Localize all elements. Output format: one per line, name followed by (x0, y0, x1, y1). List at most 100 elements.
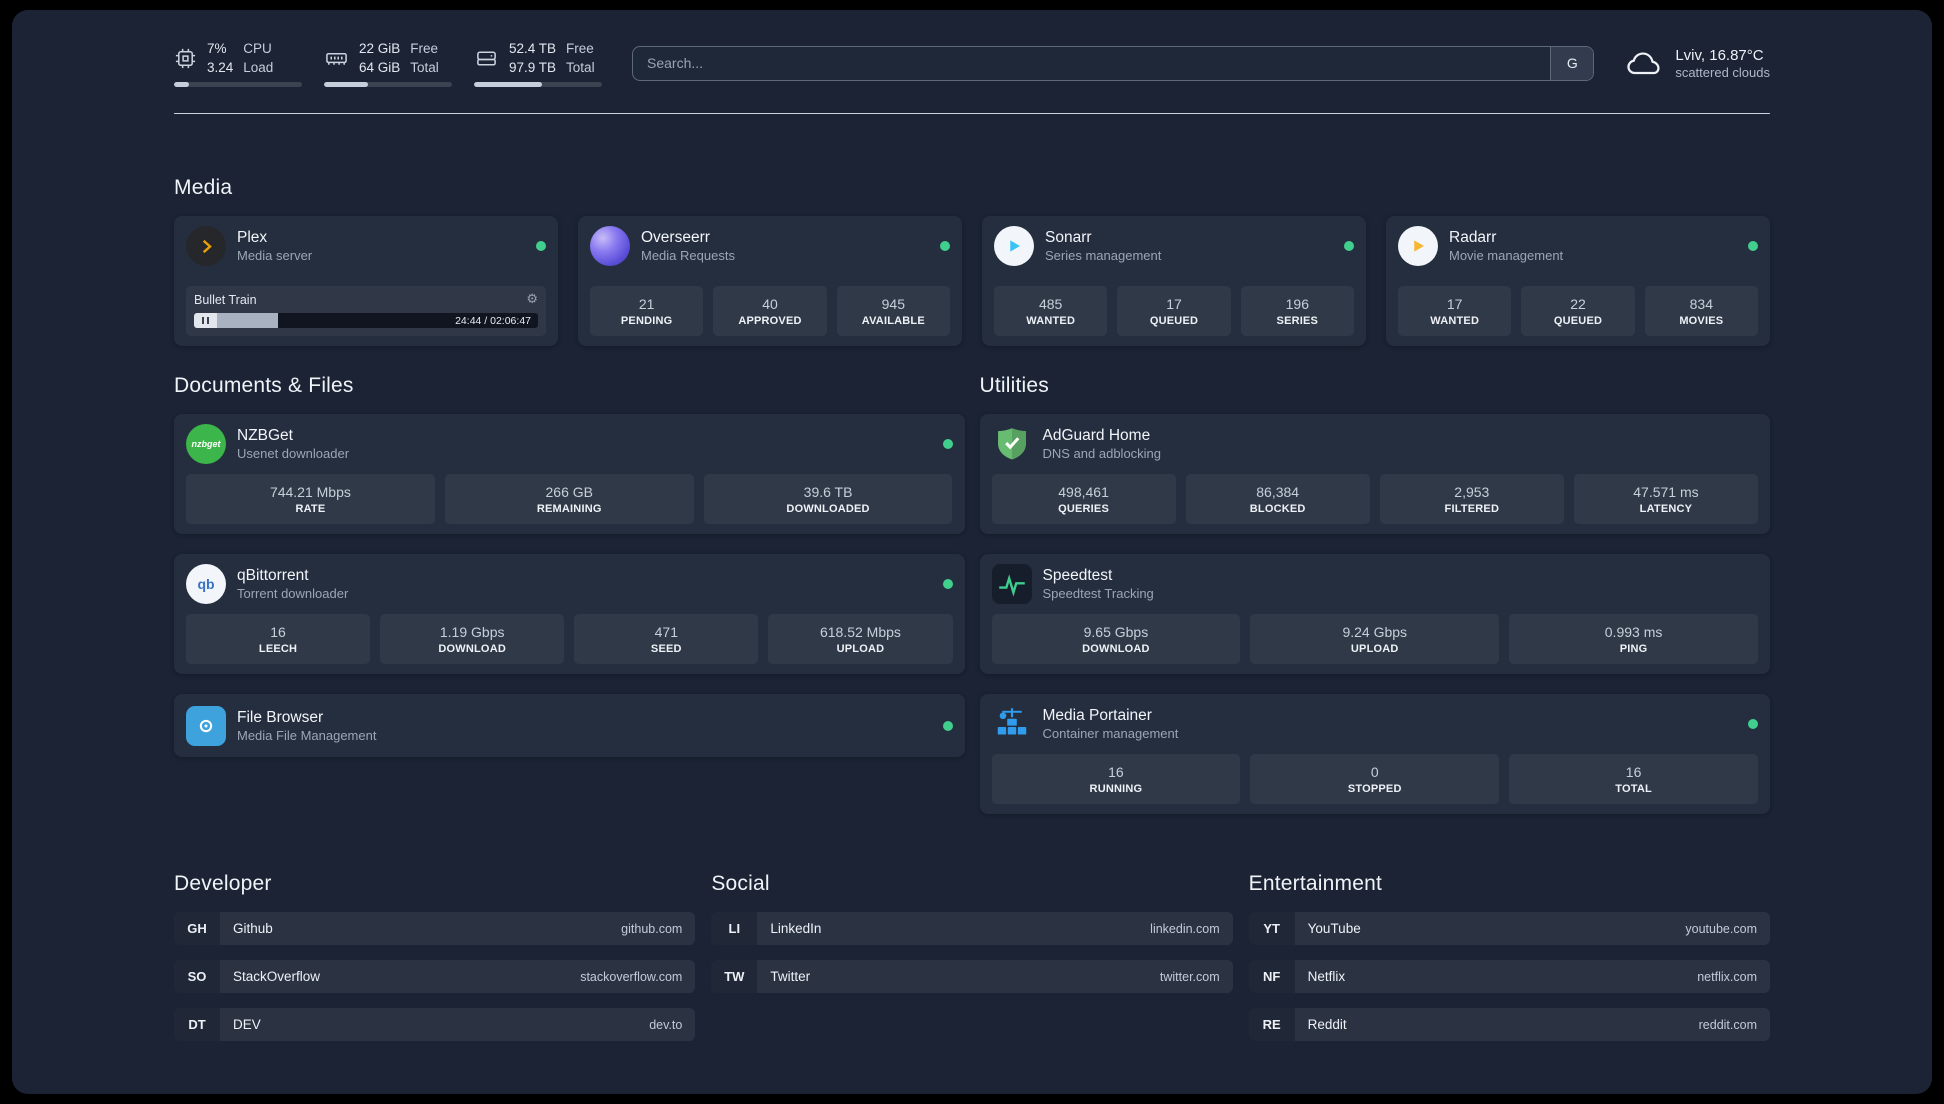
service-description: Usenet downloader (237, 446, 350, 462)
disk-widget: 52.4 TB 97.9 TB Free Total (474, 40, 602, 87)
bookmark-name: Github (233, 921, 273, 937)
section-media: Media Plex Media server Bullet Train ⚙ 2… (174, 176, 1770, 347)
bookmark-abbr: TW (711, 960, 757, 993)
stat-tile: 39.6 TB DOWNLOADED (703, 474, 953, 525)
service-description: DNS and adblocking (1042, 446, 1162, 462)
stat-tile: 9.24 Gbps UPLOAD (1250, 614, 1500, 665)
cpu-widget: 7% 3.24 CPU Load (174, 40, 302, 87)
bookmark-url: linkedin.com (1150, 921, 1220, 936)
section-entertainment: Entertainment YT YouTube youtube.com NF … (1249, 872, 1770, 1056)
service-name: Radarr (1449, 229, 1497, 247)
cpu-load-value: 3.24 (207, 59, 234, 75)
stat-tile: 834 MOVIES (1644, 286, 1758, 337)
service-card-adguard[interactable]: AdGuard Home DNS and adblocking 498,461 Q… (979, 414, 1770, 535)
stat-tile: 744.21 Mbps RATE (186, 474, 435, 525)
service-name: AdGuard Home (1042, 427, 1151, 445)
stat-tile: 618.52 Mbps UPLOAD (768, 614, 953, 665)
stat-tile: 471 SEED (574, 614, 759, 665)
service-card-portainer[interactable]: Media Portainer Container management 16 R… (979, 694, 1770, 815)
service-card-radarr[interactable]: Radarr Movie management 17 WANTED 22 QUEUE… (1386, 216, 1770, 347)
service-card-plex[interactable]: Plex Media server Bullet Train ⚙ 24:44 /… (174, 216, 558, 347)
playback-progress-bar[interactable]: 24:44 / 02:06:47 (217, 313, 538, 329)
bookmark-url: youtube.com (1685, 921, 1757, 936)
bookmark-github[interactable]: GH Github github.com (174, 912, 696, 946)
memory-widget: 22 GiB 64 GiB Free Total (324, 40, 452, 87)
weather-widget[interactable]: Lviv, 16.87°C scattered clouds (1624, 47, 1770, 80)
playback-time: 24:44 / 02:06:47 (455, 314, 531, 327)
search-input[interactable] (632, 45, 1595, 81)
service-name: Speedtest (1042, 567, 1113, 585)
sonarr-icon (994, 226, 1034, 267)
service-name: Plex (237, 229, 268, 247)
bookmark-name: StackOverflow (233, 969, 321, 985)
bookmark-name: LinkedIn (770, 921, 822, 937)
section-title-social: Social (711, 872, 770, 896)
bookmark-name: Reddit (1307, 1017, 1347, 1033)
stat-tile: 196 SERIES (1240, 286, 1354, 337)
service-description: Movie management (1449, 248, 1564, 264)
qbittorrent-icon: qb (186, 564, 226, 605)
service-name: Media Portainer (1042, 707, 1152, 725)
stat-tile: 485 WANTED (994, 286, 1108, 337)
service-card-nzbget[interactable]: nzbget NZBGet Usenet downloader 744.21 M… (174, 414, 965, 535)
stat-tile: 86,384 BLOCKED (1185, 474, 1370, 525)
bookmark-youtube[interactable]: YT YouTube youtube.com (1249, 912, 1770, 946)
service-card-filebrowser[interactable]: File Browser Media File Management (174, 694, 965, 758)
bookmark-url: stackoverflow.com (580, 969, 683, 984)
bookmark-name: DEV (233, 1017, 261, 1033)
plex-icon (186, 226, 226, 267)
service-card-qbittorrent[interactable]: qb qBittorrent Torrent downloader 16 LEEC… (174, 554, 965, 675)
header-divider (174, 112, 1770, 115)
bookmark-reddit[interactable]: RE Reddit reddit.com (1249, 1008, 1770, 1042)
service-card-speedtest[interactable]: Speedtest Speedtest Tracking 9.65 Gbps DO… (979, 554, 1770, 675)
service-card-sonarr[interactable]: Sonarr Series management 485 WANTED 17 QUE… (982, 216, 1366, 347)
bookmark-twitter[interactable]: TW Twitter twitter.com (711, 960, 1233, 994)
memory-progress-bar (324, 82, 452, 87)
system-stats: 7% 3.24 CPU Load 22 GiB 64 GiB Free Tota… (174, 40, 602, 87)
cpu-load-label: Load (243, 59, 274, 75)
bookmark-name: Twitter (770, 969, 811, 985)
memory-free-label: Free (410, 41, 439, 56)
section-title-developer: Developer (174, 872, 272, 896)
search-provider-button[interactable]: G (1550, 46, 1594, 80)
pause-button[interactable] (194, 313, 217, 329)
section-social: Social LI LinkedIn linkedin.com TW Twitt… (711, 872, 1233, 1056)
bookmark-stackoverflow[interactable]: SO StackOverflow stackoverflow.com (174, 960, 696, 994)
stat-tile: 945 AVAILABLE (836, 286, 950, 337)
bookmark-abbr: RE (1249, 1008, 1295, 1041)
bookmark-url: github.com (621, 921, 683, 936)
stat-tile: 21 PENDING (590, 286, 704, 337)
stat-tile: 1.19 Gbps DOWNLOAD (380, 614, 565, 665)
bookmark-linkedin[interactable]: LI LinkedIn linkedin.com (711, 912, 1233, 946)
bookmark-abbr: NF (1249, 960, 1295, 993)
stat-tile: 17 QUEUED (1117, 286, 1231, 337)
stat-tile: 47.571 ms LATENCY (1573, 474, 1758, 525)
status-dot (1748, 719, 1758, 730)
plex-now-playing-widget: Bullet Train ⚙ 24:44 / 02:06:47 (186, 286, 546, 337)
service-name: qBittorrent (237, 567, 309, 585)
bookmark-netflix[interactable]: NF Netflix netflix.com (1249, 960, 1770, 994)
bookmark-dev[interactable]: DT DEV dev.to (174, 1008, 696, 1042)
stat-tile: 22 QUEUED (1521, 286, 1635, 337)
stat-tile: 266 GB REMAINING (444, 474, 694, 525)
disk-free-label: Free (566, 41, 594, 56)
status-dot (942, 439, 953, 450)
cpu-label: CPU (243, 41, 272, 56)
section-utilities: Utilities AdGuard Home DNS and adblockin… (979, 374, 1770, 815)
section-title-documents: Documents & Files (174, 374, 354, 398)
service-name: Overseerr (641, 229, 710, 247)
settings-gear-icon[interactable]: ⚙ (526, 292, 538, 307)
section-documents: Documents & Files nzbget NZBGet Usenet d… (174, 374, 965, 814)
cloud-icon (1624, 48, 1664, 78)
service-description: Torrent downloader (237, 586, 349, 602)
status-dot (1344, 241, 1354, 252)
bookmark-abbr: DT (174, 1008, 220, 1041)
status-dot (940, 241, 950, 252)
stat-tile: 9.65 Gbps DOWNLOAD (991, 614, 1241, 665)
stat-tile: 0.993 ms PING (1509, 614, 1758, 665)
cpu-usage-value: 7% (207, 41, 227, 56)
service-description: Speedtest Tracking (1042, 586, 1154, 602)
service-description: Media Requests (641, 248, 735, 264)
disk-total-label: Total (566, 59, 595, 75)
service-card-overseerr[interactable]: Overseerr Media Requests 21 PENDING 40 APP… (578, 216, 962, 347)
